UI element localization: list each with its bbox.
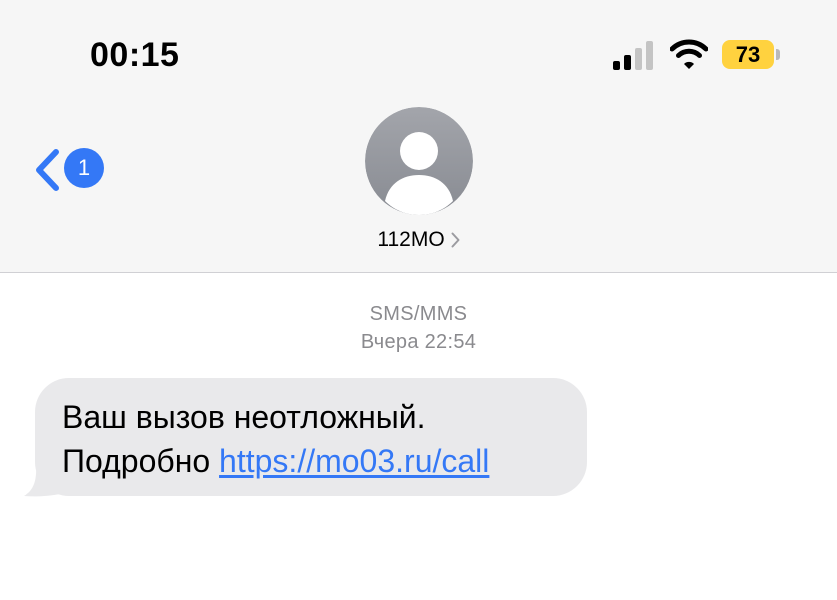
battery-cap <box>776 49 780 60</box>
status-time: 00:15 <box>90 36 180 74</box>
message-text: Ваш вызов неотложный. Подробно https://m… <box>62 395 489 483</box>
unread-count-badge: 1 <box>64 148 104 188</box>
contact-avatar[interactable] <box>365 107 473 215</box>
wifi-icon <box>670 39 708 69</box>
cellular-signal-icon <box>613 41 653 70</box>
conversation-header: 00:15 73 1 112MO <box>0 0 837 273</box>
incoming-message-bubble[interactable]: Ваш вызов неотложный. Подробно https://m… <box>35 378 587 496</box>
message-service-label: SMS/MMS <box>369 303 468 325</box>
contact-name: 112MO <box>377 228 445 251</box>
status-bar: 00:15 73 <box>0 0 837 100</box>
message-line-2-prefix: Подробно <box>62 443 220 479</box>
back-button[interactable]: 1 <box>34 146 106 192</box>
battery-indicator: 73 <box>722 40 774 69</box>
person-icon <box>365 107 473 215</box>
chevron-left-icon <box>36 149 59 191</box>
contact-name-button[interactable]: 112MO <box>0 228 837 252</box>
message-timestamp: Вчера 22:54 <box>360 331 477 353</box>
message-link[interactable]: https://mo03.ru/call <box>219 443 489 479</box>
message-line-1: Ваш вызов неотложный. <box>62 399 426 435</box>
chevron-right-icon <box>451 232 460 248</box>
